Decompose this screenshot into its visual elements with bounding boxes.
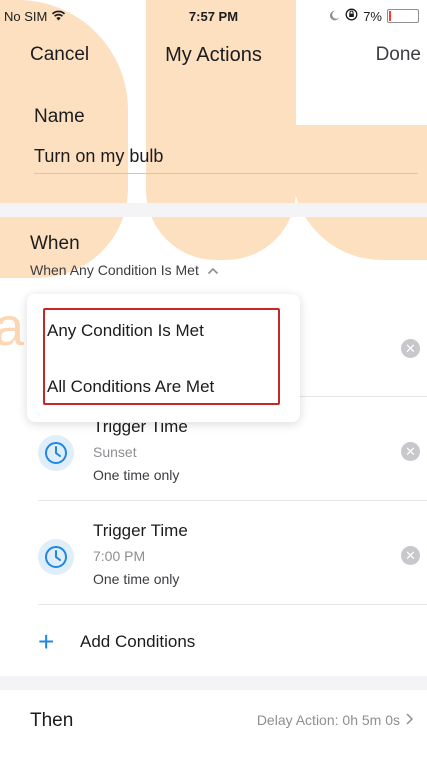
- section-separator: [0, 203, 427, 217]
- list-item[interactable]: Trigger Time 7:00 PM One time only ✕: [38, 514, 427, 604]
- clock-icon: [38, 435, 74, 471]
- clock-icon: [38, 539, 74, 575]
- remove-icon[interactable]: ✕: [401, 339, 420, 358]
- condition-title: Trigger Time: [93, 521, 188, 540]
- list-item[interactable]: Trigger Time Sunset One time only ✕: [38, 410, 427, 500]
- delay-action-setting[interactable]: Delay Action: 0h 5m 0s: [256, 712, 414, 728]
- section-separator: [0, 676, 427, 690]
- delay-action-value: Delay Action: 0h 5m 0s: [256, 712, 400, 728]
- battery-icon: [387, 9, 419, 23]
- remove-icon[interactable]: ✕: [401, 442, 420, 461]
- add-conditions-button[interactable]: Add Conditions: [80, 632, 195, 652]
- condition-mode-dropdown: Any Condition Is Met All Conditions Are …: [27, 294, 300, 422]
- condition-repeat: One time only: [93, 571, 180, 587]
- rotation-lock-icon: [345, 8, 358, 24]
- option-all-conditions[interactable]: All Conditions Are Met: [47, 377, 214, 397]
- row-divider: [38, 604, 427, 605]
- condition-time: Sunset: [93, 444, 137, 460]
- condition-repeat: One time only: [93, 467, 180, 483]
- nav-bar: Cancel My Actions Done: [0, 40, 427, 70]
- chevron-right-icon: [406, 712, 414, 728]
- done-button[interactable]: Done: [376, 44, 421, 66]
- battery-percent: 7%: [363, 8, 382, 24]
- then-label: Then: [30, 710, 74, 731]
- remove-icon[interactable]: ✕: [401, 546, 420, 565]
- row-divider: [38, 500, 427, 501]
- condition-mode-selector[interactable]: When Any Condition Is Met: [30, 262, 219, 278]
- when-label: When: [30, 233, 80, 254]
- condition-time: 7:00 PM: [93, 548, 146, 564]
- page-title: My Actions: [165, 44, 262, 66]
- option-any-condition[interactable]: Any Condition Is Met: [47, 321, 204, 341]
- plus-icon[interactable]: +: [38, 628, 54, 656]
- chevron-up-icon: [207, 262, 219, 278]
- name-label: Name: [34, 106, 85, 127]
- status-bar: No SIM 7:57 PM 7%: [0, 0, 427, 36]
- moon-icon: [329, 9, 340, 24]
- condition-mode-value: When Any Condition Is Met: [30, 262, 199, 278]
- name-input[interactable]: Turn on my bulb: [34, 146, 418, 174]
